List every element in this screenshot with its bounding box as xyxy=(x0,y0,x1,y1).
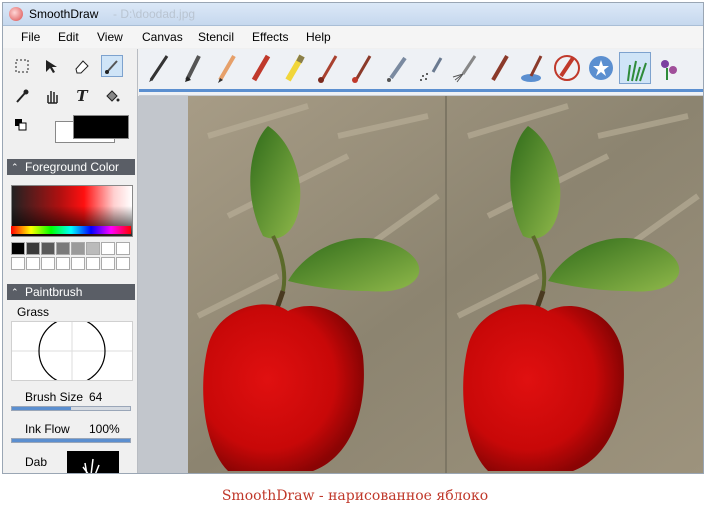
ink-flow-fill xyxy=(12,439,130,442)
collapse-icon: ⌃ xyxy=(11,287,19,297)
foreground-color-swatch[interactable] xyxy=(73,115,129,139)
fan-brush-icon[interactable] xyxy=(449,52,481,84)
brush-toolbar xyxy=(139,49,703,96)
apple-painting xyxy=(188,96,703,473)
brush-size-slider[interactable] xyxy=(11,406,131,411)
fountain-pen-brush-icon[interactable] xyxy=(177,52,209,84)
flower-brush-icon[interactable] xyxy=(653,52,685,84)
palette-swatch[interactable] xyxy=(116,257,130,270)
hue-slider[interactable] xyxy=(11,226,131,234)
round-brush-icon[interactable] xyxy=(347,52,379,84)
grass-brush-icon[interactable] xyxy=(619,52,651,84)
airbrush-brush-icon[interactable] xyxy=(381,52,413,84)
pencil-brush-icon[interactable] xyxy=(211,52,243,84)
color-palette xyxy=(11,242,131,272)
ink-flow-slider[interactable] xyxy=(11,438,131,443)
menu-help[interactable]: Help xyxy=(306,30,331,44)
hand-icon[interactable] xyxy=(41,85,63,107)
canvas-margin xyxy=(138,96,188,473)
palette-swatch[interactable] xyxy=(86,242,100,255)
foreground-color-header[interactable]: ⌃ Foreground Color xyxy=(7,159,135,175)
painting-canvas[interactable] xyxy=(188,96,703,473)
canvas-area[interactable] xyxy=(138,96,703,473)
eyedropper-icon[interactable] xyxy=(11,85,33,107)
brush-toolbar-underline xyxy=(139,89,703,92)
water-brush-icon[interactable] xyxy=(517,52,549,84)
brush-size-fill xyxy=(12,407,71,410)
pen-brush-icon[interactable] xyxy=(143,52,175,84)
palette-swatch[interactable] xyxy=(101,257,115,270)
paintbrush-brush-icon[interactable] xyxy=(313,52,345,84)
palette-swatch[interactable] xyxy=(56,242,70,255)
menu-effects[interactable]: Effects xyxy=(252,30,288,44)
brush-size-value: 64 xyxy=(89,390,103,404)
palette-swatch[interactable] xyxy=(26,257,40,270)
palette-swatch[interactable] xyxy=(101,242,115,255)
palette-swatch[interactable] xyxy=(11,257,25,270)
collapse-icon: ⌃ xyxy=(11,162,19,172)
palette-swatch[interactable] xyxy=(86,257,100,270)
brush-name: Grass xyxy=(17,305,50,319)
fill-bucket-icon[interactable] xyxy=(101,85,123,107)
ink-flow-value: 100% xyxy=(89,422,120,436)
menu-view[interactable]: View xyxy=(97,30,123,44)
highlighter-brush-icon[interactable] xyxy=(279,52,311,84)
palette-swatch[interactable] xyxy=(26,242,40,255)
app-window: SmoothDraw - D:\doodad.jpg File Edit Vie… xyxy=(2,2,704,474)
dab-preview[interactable] xyxy=(67,451,119,473)
flat-brush-icon[interactable] xyxy=(483,52,515,84)
spray-brush-icon[interactable] xyxy=(415,52,447,84)
image-caption: SmoothDraw - нарисованное яблоко xyxy=(221,488,489,504)
palette-swatch[interactable] xyxy=(71,242,85,255)
paintbrush-icon[interactable] xyxy=(101,55,123,77)
menu-stencil[interactable]: Stencil xyxy=(198,30,234,44)
brush-preview xyxy=(11,317,133,385)
window-title-file: - D:\doodad.jpg xyxy=(113,7,196,21)
menu-file[interactable]: File xyxy=(21,30,40,44)
menu-canvas[interactable]: Canvas xyxy=(142,30,183,44)
text-tool-icon[interactable]: T xyxy=(71,85,93,107)
palette-swatch[interactable] xyxy=(116,242,130,255)
palette-swatch[interactable] xyxy=(41,257,55,270)
stamp-brush-icon[interactable] xyxy=(585,52,617,84)
paintbrush-header[interactable]: ⌃ Paintbrush xyxy=(7,284,135,300)
palette-swatch[interactable] xyxy=(56,257,70,270)
palette-swatch[interactable] xyxy=(71,257,85,270)
menu-edit[interactable]: Edit xyxy=(58,30,79,44)
brush-shape-preview xyxy=(12,317,132,385)
dab-label: Dab xyxy=(25,455,48,469)
title-bar: SmoothDraw - D:\doodad.jpg xyxy=(3,3,703,26)
app-icon xyxy=(9,7,23,21)
palette-swatch[interactable] xyxy=(11,242,25,255)
window-title: SmoothDraw xyxy=(29,7,99,21)
move-select-icon[interactable] xyxy=(41,55,63,77)
marker-brush-icon[interactable] xyxy=(551,52,583,84)
ink-flow-label: Ink Flow xyxy=(25,422,70,436)
brush-size-label: Brush Size xyxy=(25,390,84,404)
palette-swatch[interactable] xyxy=(41,242,55,255)
crayon-brush-icon[interactable] xyxy=(245,52,277,84)
eraser-icon[interactable] xyxy=(71,55,93,77)
menu-bar: File Edit View Canvas Stencil Effects He… xyxy=(3,26,703,48)
swap-colors-icon[interactable] xyxy=(15,119,27,131)
select-rect-icon[interactable] xyxy=(11,55,33,77)
tool-panel: T ⌃ Foreground Color ⌃ Paintbrush Grass xyxy=(3,49,138,473)
